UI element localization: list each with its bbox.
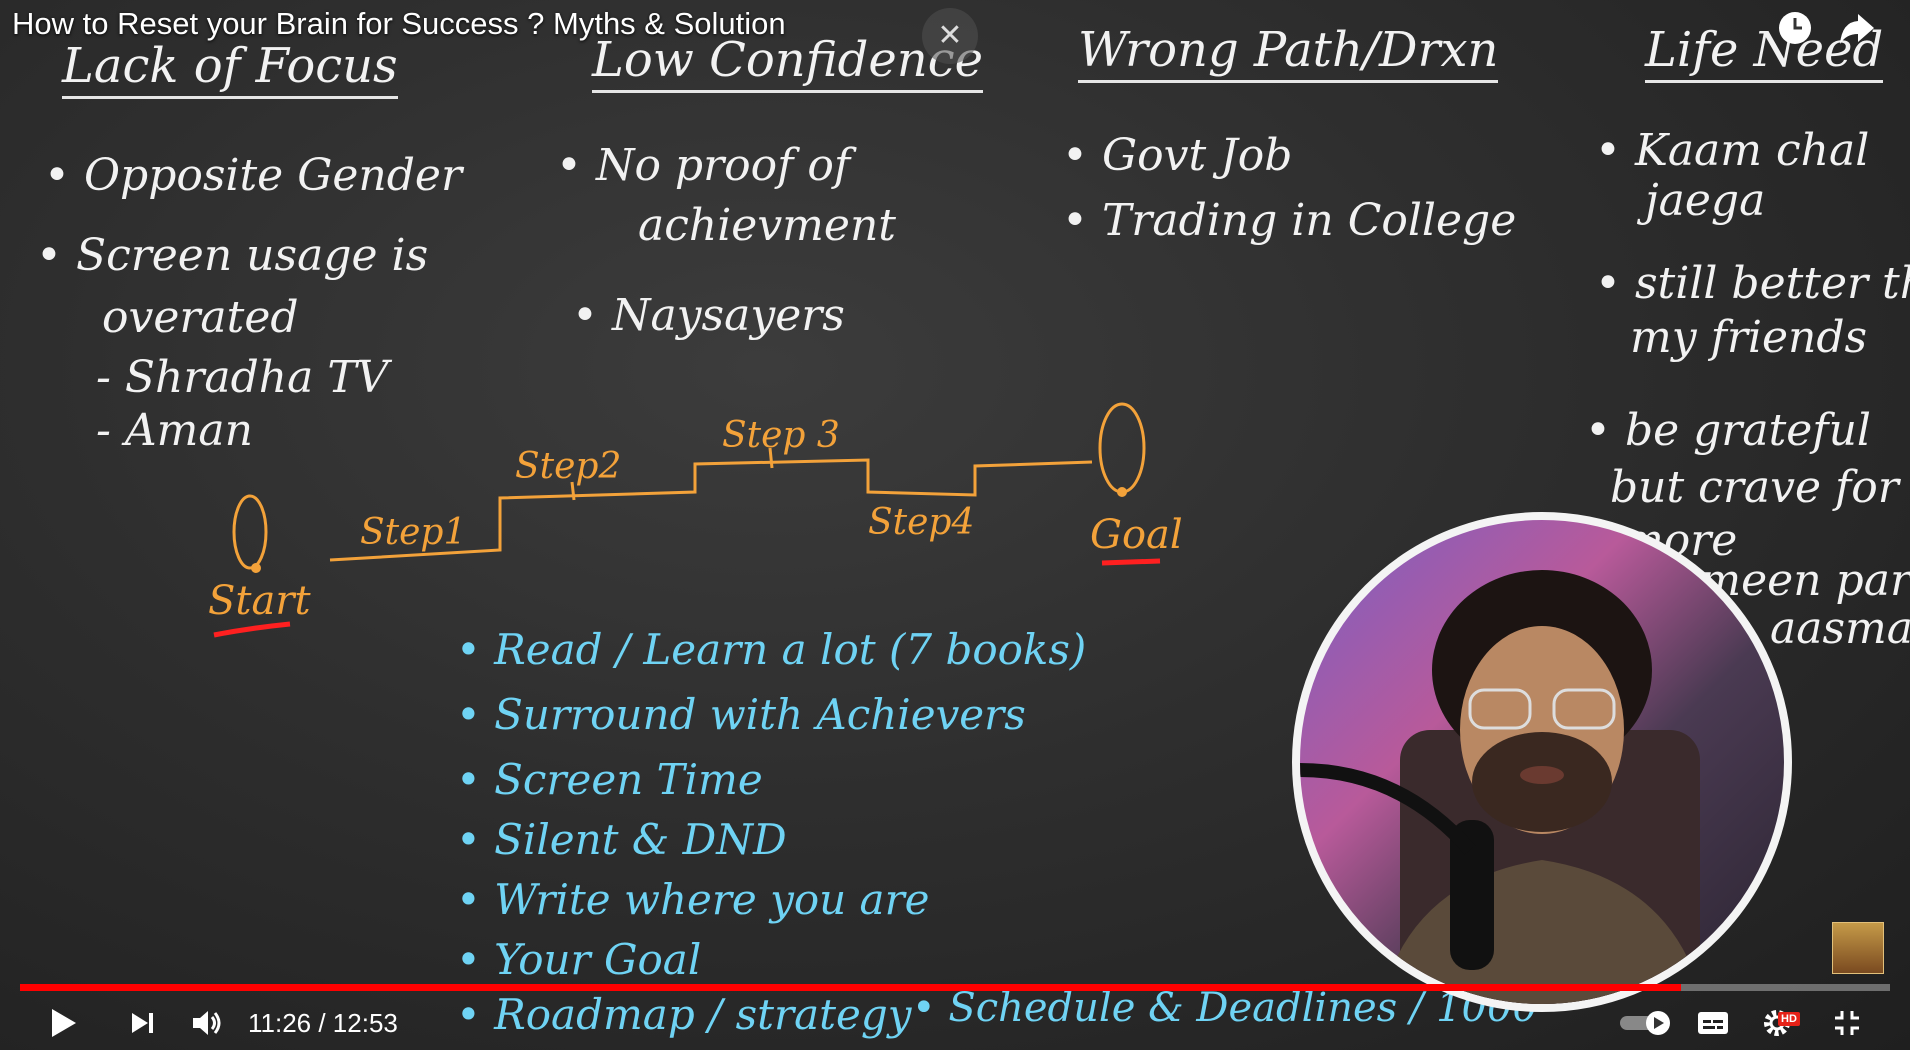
play-button[interactable] <box>38 995 88 1050</box>
watch-later-button[interactable] <box>1775 8 1815 48</box>
autoplay-toggle[interactable] <box>1614 995 1678 1050</box>
captions-icon <box>1698 1011 1728 1034</box>
volume-icon <box>193 1010 221 1035</box>
share-icon <box>1840 14 1874 44</box>
presenter-figure <box>1300 570 1704 1004</box>
captions-button[interactable] <box>1688 995 1738 1050</box>
channel-avatar[interactable] <box>1832 922 1884 974</box>
start-point <box>251 563 261 573</box>
close-icon: ✕ <box>937 18 963 53</box>
goal-bulb <box>1098 402 1146 494</box>
progress-played <box>20 984 1681 991</box>
exit-fullscreen-button[interactable] <box>1822 995 1872 1050</box>
autoplay-toggle-icon <box>1620 1010 1670 1035</box>
label-step4: Step4 <box>868 502 975 543</box>
exit-fullscreen-icon <box>1835 1010 1859 1035</box>
presenter-video-inset <box>1292 512 1792 1012</box>
video-title[interactable]: How to Reset your Brain for Success ? My… <box>12 6 786 42</box>
hd-badge: HD <box>1778 1012 1800 1026</box>
next-button[interactable] <box>118 995 168 1050</box>
label-step2: Step2 <box>515 446 622 487</box>
solution-item: Your Goal <box>456 935 701 984</box>
start-bulb <box>232 494 268 570</box>
time-display: 11:26 / 12:53 <box>248 1008 398 1038</box>
clock-icon <box>1779 12 1811 44</box>
solution-item: Read / Learn a lot (7 books) <box>456 625 1086 674</box>
solution-item: Surround with Achievers <box>456 690 1026 739</box>
label-start: Start <box>208 578 311 624</box>
label-goal: Goal <box>1090 512 1183 558</box>
solution-item: Write where you are <box>456 875 929 924</box>
start-underline <box>213 621 291 638</box>
mouth <box>1520 766 1564 784</box>
share-button[interactable] <box>1836 8 1876 48</box>
progress-bar[interactable] <box>20 984 1890 991</box>
solution-item: Silent & DND <box>456 815 787 864</box>
play-icon <box>52 1008 76 1037</box>
label-step3: Step 3 <box>722 415 840 456</box>
goal-point <box>1117 487 1127 497</box>
goal-underline <box>1101 558 1161 566</box>
volume-button[interactable] <box>182 995 232 1050</box>
close-button[interactable]: ✕ <box>922 8 978 64</box>
solution-item: Screen Time <box>456 755 763 804</box>
label-step1: Step1 <box>360 512 467 553</box>
video-frame[interactable]: Lack of Focus Opposite Gender Screen usa… <box>0 0 1910 1050</box>
next-icon <box>132 1012 153 1033</box>
